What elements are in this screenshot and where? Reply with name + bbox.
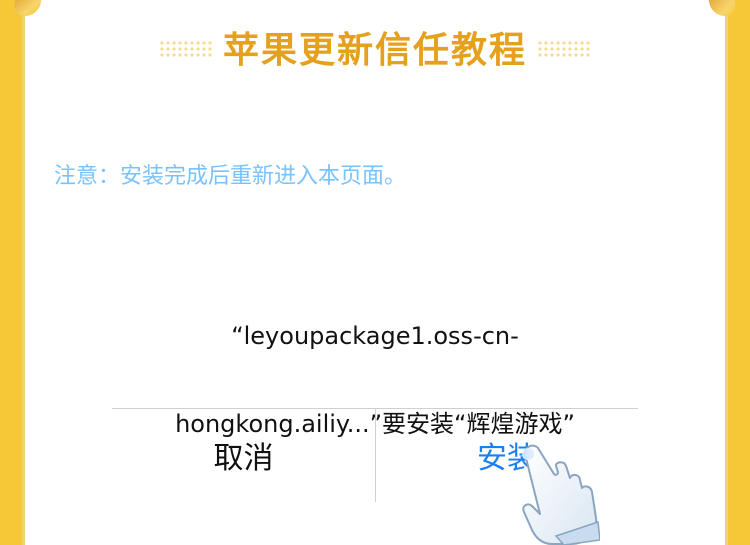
message-line-1: “leyoupackage1.oss-cn-	[231, 322, 519, 350]
title-decoration-right	[537, 40, 591, 58]
pointing-hand-icon	[522, 444, 600, 545]
title-bar: 苹果更新信任教程	[0, 22, 750, 72]
title-decoration-left	[158, 40, 213, 58]
notice-text: 注意：安装完成后重新进入本页面。	[54, 164, 407, 189]
cancel-button[interactable]: 取消	[112, 420, 375, 490]
background-frame: 苹果更新信任教程 注意：安装完成后重新进入本页面。 “leyoupackage1…	[0, 0, 750, 545]
page-title: 苹果更新信任教程	[222, 30, 527, 71]
